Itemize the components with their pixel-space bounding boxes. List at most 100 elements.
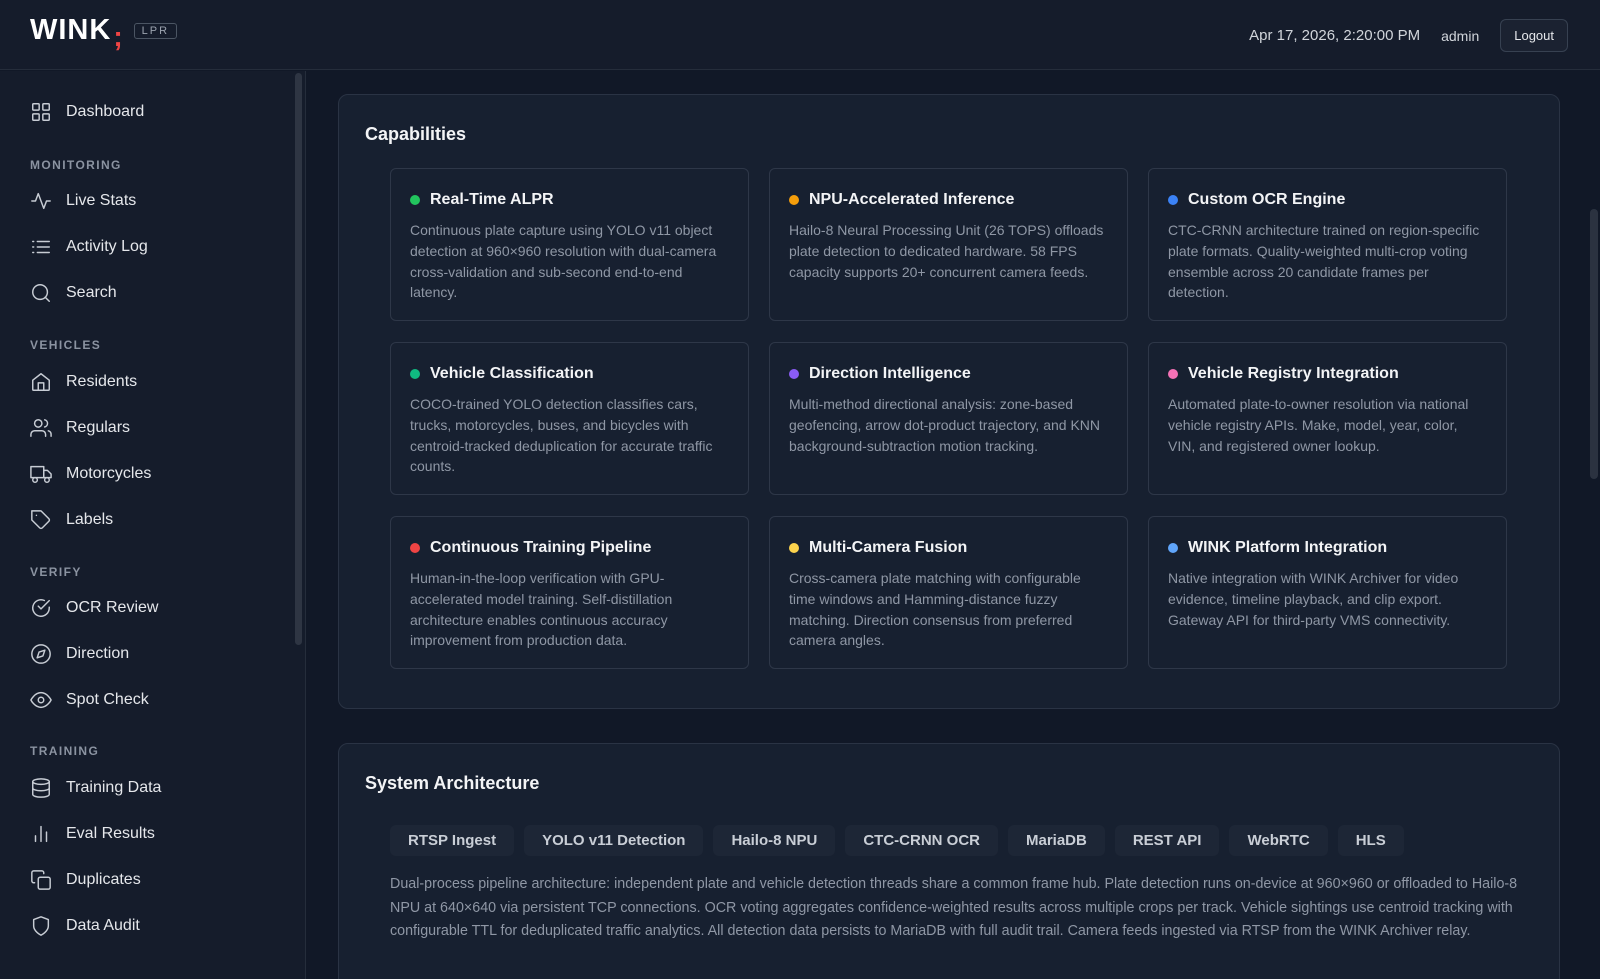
- section-monitoring: MONITORING: [30, 158, 122, 172]
- sidebar: Dashboard MONITORING Live Stats Activity…: [0, 71, 306, 979]
- sidebar-item-dashboard[interactable]: Dashboard: [30, 98, 144, 126]
- current-user: admin: [1441, 27, 1480, 44]
- status-dot: [410, 195, 420, 205]
- card-title: Vehicle Registry Integration: [1188, 365, 1399, 382]
- capability-card: Custom OCR Engine CTC-CRNN architecture …: [1148, 168, 1507, 321]
- tech-tags: RTSP Ingest YOLO v11 Detection Hailo-8 N…: [390, 825, 1414, 856]
- tech-tag: RTSP Ingest: [390, 825, 515, 856]
- logo-text: WINK: [30, 14, 112, 46]
- status-dot: [789, 369, 799, 379]
- sidebar-item-label: OCR Review: [66, 599, 159, 616]
- home-icon: [32, 373, 50, 391]
- card-title: Continuous Training Pipeline: [430, 539, 652, 556]
- sidebar-item-training-data[interactable]: Training Data: [30, 774, 161, 802]
- sidebar-item-label: Labels: [66, 511, 114, 528]
- tech-tag: REST API: [1114, 825, 1220, 856]
- sidebar-item-label: Residents: [66, 373, 138, 390]
- tech-tag: CTC-CRNN OCR: [845, 825, 998, 856]
- sidebar-item-label: Duplicates: [66, 871, 141, 888]
- sidebar-scrollbar[interactable]: [295, 73, 302, 645]
- sidebar-item-direction[interactable]: Direction: [30, 640, 129, 668]
- tech-tag: WebRTC: [1229, 825, 1328, 856]
- card-title: Direction Intelligence: [809, 365, 971, 382]
- tech-tag: YOLO v11 Detection: [524, 825, 704, 856]
- tech-tag: MariaDB: [1007, 825, 1105, 856]
- capability-card: Vehicle Registry Integration Automated p…: [1148, 342, 1507, 495]
- eye-icon: [30, 691, 52, 709]
- capability-card: WINK Platform Integration Native integra…: [1148, 516, 1507, 669]
- status-dot: [789, 195, 799, 205]
- sidebar-item-label: Eval Results: [66, 825, 155, 842]
- status-dot: [789, 543, 799, 553]
- grid-icon: [32, 103, 50, 121]
- check-circle-icon: [32, 599, 50, 617]
- sidebar-item-label: Live Stats: [66, 192, 137, 209]
- sidebar-item-eval-results[interactable]: Eval Results: [30, 820, 155, 848]
- users-icon: [30, 419, 52, 437]
- activity-icon: [31, 192, 51, 210]
- bar-chart-icon: [34, 825, 48, 843]
- sidebar-item-label: Spot Check: [66, 691, 149, 708]
- shield-icon: [32, 916, 50, 936]
- main-content: Capabilities Real-Time ALPR Continuous p…: [306, 71, 1600, 979]
- card-description: Human-in-the-loop verification with GPU-…: [410, 570, 673, 649]
- sidebar-item-ocr-review[interactable]: OCR Review: [30, 594, 158, 622]
- sidebar-item-data-audit[interactable]: Data Audit: [30, 912, 140, 940]
- status-dot: [1168, 369, 1178, 379]
- capability-card: Continuous Training Pipeline Human-in-th…: [390, 516, 749, 669]
- top-bar: WINK ; LPR Apr 17, 2026, 2:20:00 PM admi…: [0, 0, 1600, 70]
- logo[interactable]: WINK ; LPR: [30, 14, 178, 50]
- sidebar-item-regulars[interactable]: Regulars: [30, 414, 130, 442]
- capability-card: NPU-Accelerated Inference Hailo-8 Neural…: [769, 168, 1128, 321]
- sidebar-item-label: Regulars: [66, 419, 131, 436]
- capability-card: Vehicle Classification COCO-trained YOLO…: [390, 342, 749, 495]
- sidebar-item-duplicates[interactable]: Duplicates: [30, 866, 141, 894]
- tech-tag: HLS: [1337, 825, 1404, 856]
- card-description: Automated plate-to-owner resolution via …: [1168, 396, 1469, 454]
- sidebar-item-label: Search: [66, 284, 117, 301]
- main-scrollbar[interactable]: [1590, 209, 1598, 479]
- sidebar-item-label: Activity Log: [66, 238, 148, 255]
- card-description: Native integration with WINK Archiver fo…: [1168, 570, 1459, 628]
- list-icon: [32, 240, 50, 254]
- header-right: Apr 17, 2026, 2:20:00 PM admin Logout: [1249, 19, 1568, 52]
- tag-icon: [31, 510, 51, 530]
- status-dot: [410, 369, 420, 379]
- status-dot: [1168, 543, 1178, 553]
- database-icon: [32, 778, 50, 798]
- architecture-description: Dual-process pipeline architecture: inde…: [390, 876, 1518, 940]
- sidebar-item-activity-log[interactable]: Activity Log: [30, 233, 148, 261]
- sidebar-item-live-stats[interactable]: Live Stats: [30, 187, 136, 215]
- card-description: Multi-method directional analysis: zone-…: [789, 396, 1101, 454]
- current-datetime: Apr 17, 2026, 2:20:00 PM: [1249, 27, 1421, 44]
- compass-icon: [31, 644, 51, 664]
- section-vehicles: VEHICLES: [30, 338, 102, 352]
- logout-button[interactable]: Logout: [1500, 19, 1568, 52]
- search-icon: [32, 284, 50, 302]
- sidebar-item-label: Training Data: [66, 779, 162, 796]
- card-description: COCO-trained YOLO detection classifies c…: [410, 396, 713, 475]
- card-title: Vehicle Classification: [430, 365, 594, 382]
- sidebar-item-search[interactable]: Search: [30, 279, 117, 307]
- section-training: TRAINING: [30, 744, 100, 758]
- sidebar-item-labels[interactable]: Labels: [30, 506, 113, 534]
- sidebar-item-residents[interactable]: Residents: [30, 368, 137, 396]
- card-title: Multi-Camera Fusion: [809, 539, 968, 556]
- sidebar-item-motorcycles[interactable]: Motorcycles: [30, 460, 151, 488]
- truck-icon: [30, 465, 52, 483]
- sidebar-item-label: Dashboard: [66, 103, 145, 120]
- card-title: WINK Platform Integration: [1188, 539, 1388, 556]
- tech-tag: Hailo-8 NPU: [713, 825, 836, 856]
- panel-title: System Architecture: [365, 773, 540, 793]
- status-dot: [1168, 195, 1178, 205]
- section-verify: VERIFY: [30, 565, 82, 579]
- capability-card: Direction Intelligence Multi-method dire…: [769, 342, 1128, 495]
- copy-icon: [31, 870, 51, 890]
- card-description: CTC-CRNN architecture trained on region-…: [1168, 222, 1480, 301]
- sidebar-item-label: Direction: [66, 645, 130, 662]
- sidebar-item-spot-check[interactable]: Spot Check: [30, 686, 149, 714]
- card-description: Continuous plate capture using YOLO v11 …: [410, 222, 717, 301]
- card-description: Hailo-8 Neural Processing Unit (26 TOPS)…: [789, 222, 1104, 280]
- sidebar-item-label: Motorcycles: [66, 465, 152, 482]
- logo-mark: ;: [113, 20, 124, 52]
